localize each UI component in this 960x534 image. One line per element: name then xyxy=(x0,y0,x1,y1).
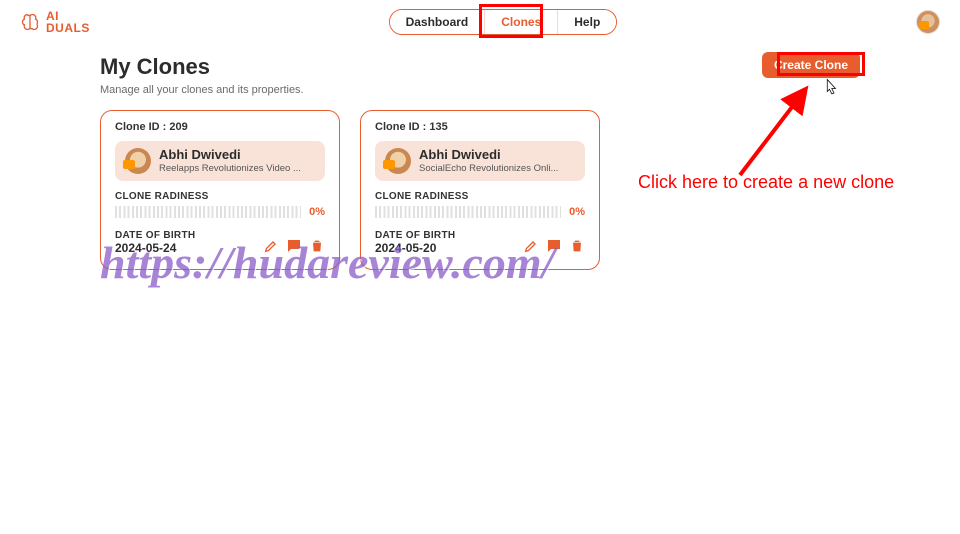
meter-bar xyxy=(375,206,561,218)
nav-dashboard[interactable]: Dashboard xyxy=(390,10,485,34)
brain-icon xyxy=(20,12,40,32)
main-nav: Dashboard Clones Help xyxy=(389,9,618,35)
radiness-percent: 0% xyxy=(569,206,585,218)
clone-owner[interactable]: Abhi Dwivedi Reelapps Revolutionizes Vid… xyxy=(115,141,325,181)
radiness-meter: 0% xyxy=(115,206,325,218)
radiness-percent: 0% xyxy=(309,206,325,218)
dob-value: 2024-05-24 xyxy=(115,241,195,255)
trash-icon[interactable] xyxy=(569,238,585,254)
owner-name: Abhi Dwivedi xyxy=(159,148,301,162)
owner-tagline: SocialEcho Revolutionizes Onli... xyxy=(419,163,558,174)
meter-bar xyxy=(115,206,301,218)
clone-card: Clone ID : 135 Abhi Dwivedi SocialEcho R… xyxy=(360,110,600,270)
card-actions xyxy=(263,237,325,255)
nav-clones[interactable]: Clones xyxy=(484,10,557,34)
radiness-meter: 0% xyxy=(375,206,585,218)
create-clone-label: Create Clone xyxy=(774,58,848,72)
annotation-callout: Click here to create a new clone xyxy=(638,172,894,193)
nav-help[interactable]: Help xyxy=(557,10,616,34)
clone-id: Clone ID : 209 xyxy=(115,121,325,133)
trash-icon[interactable] xyxy=(309,238,325,254)
header: AI DUALS Dashboard Clones Help xyxy=(0,0,960,42)
clone-id-label: Clone ID : xyxy=(375,121,426,133)
clone-id: Clone ID : 135 xyxy=(375,121,585,133)
user-avatar[interactable] xyxy=(916,10,940,34)
dob-value: 2024-05-20 xyxy=(375,241,455,255)
dob-label: DATE OF BIRTH xyxy=(115,230,195,241)
chat-icon[interactable] xyxy=(285,237,303,255)
owner-tagline: Reelapps Revolutionizes Video ... xyxy=(159,163,301,174)
brand-logo[interactable]: AI DUALS xyxy=(20,10,90,34)
radiness-label: CLONE RADINESS xyxy=(115,191,325,202)
edit-icon[interactable] xyxy=(263,238,279,254)
create-clone-button[interactable]: Create Clone xyxy=(762,52,860,78)
edit-icon[interactable] xyxy=(523,238,539,254)
owner-avatar xyxy=(385,148,411,174)
page-subtitle: Manage all your clones and its propertie… xyxy=(100,84,304,96)
card-actions xyxy=(523,237,585,255)
page-title: My Clones xyxy=(100,54,304,80)
clone-card: Clone ID : 209 Abhi Dwivedi Reelapps Rev… xyxy=(100,110,340,270)
dob-label: DATE OF BIRTH xyxy=(375,230,455,241)
clone-owner[interactable]: Abhi Dwivedi SocialEcho Revolutionizes O… xyxy=(375,141,585,181)
brand-text-2: DUALS xyxy=(46,22,90,34)
radiness-label: CLONE RADINESS xyxy=(375,191,585,202)
chat-icon[interactable] xyxy=(545,237,563,255)
clone-id-value: 209 xyxy=(169,121,187,133)
page-body: My Clones Manage all your clones and its… xyxy=(0,42,960,270)
owner-avatar xyxy=(125,148,151,174)
clone-id-value: 135 xyxy=(429,121,447,133)
owner-name: Abhi Dwivedi xyxy=(419,148,558,162)
clone-id-label: Clone ID : xyxy=(115,121,166,133)
